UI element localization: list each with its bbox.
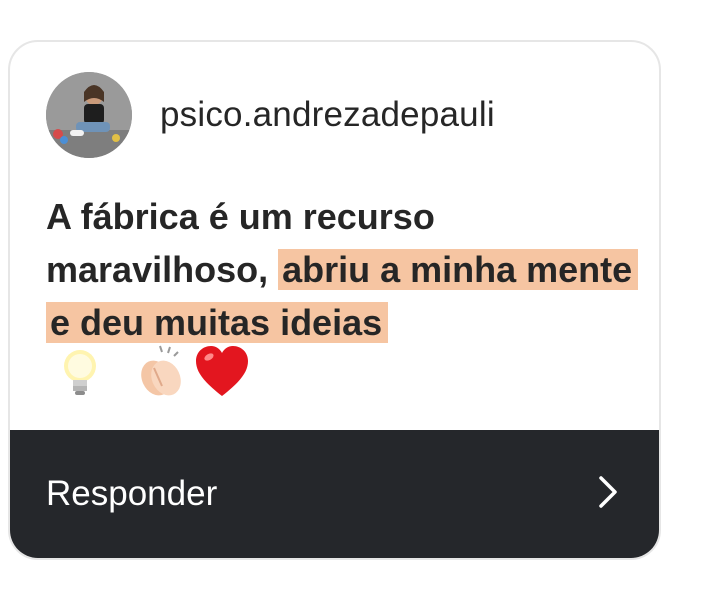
clapping-hands-icon	[141, 345, 181, 396]
username[interactable]: psico.andrezadepauli	[160, 95, 495, 135]
comment-card: psico.andrezadepauli A fábrica é um recu…	[8, 40, 661, 560]
reply-button[interactable]: Responder	[10, 430, 659, 558]
lightbulb-icon	[64, 350, 96, 395]
chevron-right-icon	[599, 476, 617, 508]
comment-header: psico.andrezadepauli	[46, 72, 495, 158]
reply-label: Responder	[46, 474, 218, 513]
comment-text: A fábrica é um recurso maravilhoso, abri…	[46, 190, 646, 349]
emoji-row	[50, 342, 252, 402]
avatar[interactable]	[46, 72, 132, 158]
red-heart-icon	[196, 346, 248, 396]
